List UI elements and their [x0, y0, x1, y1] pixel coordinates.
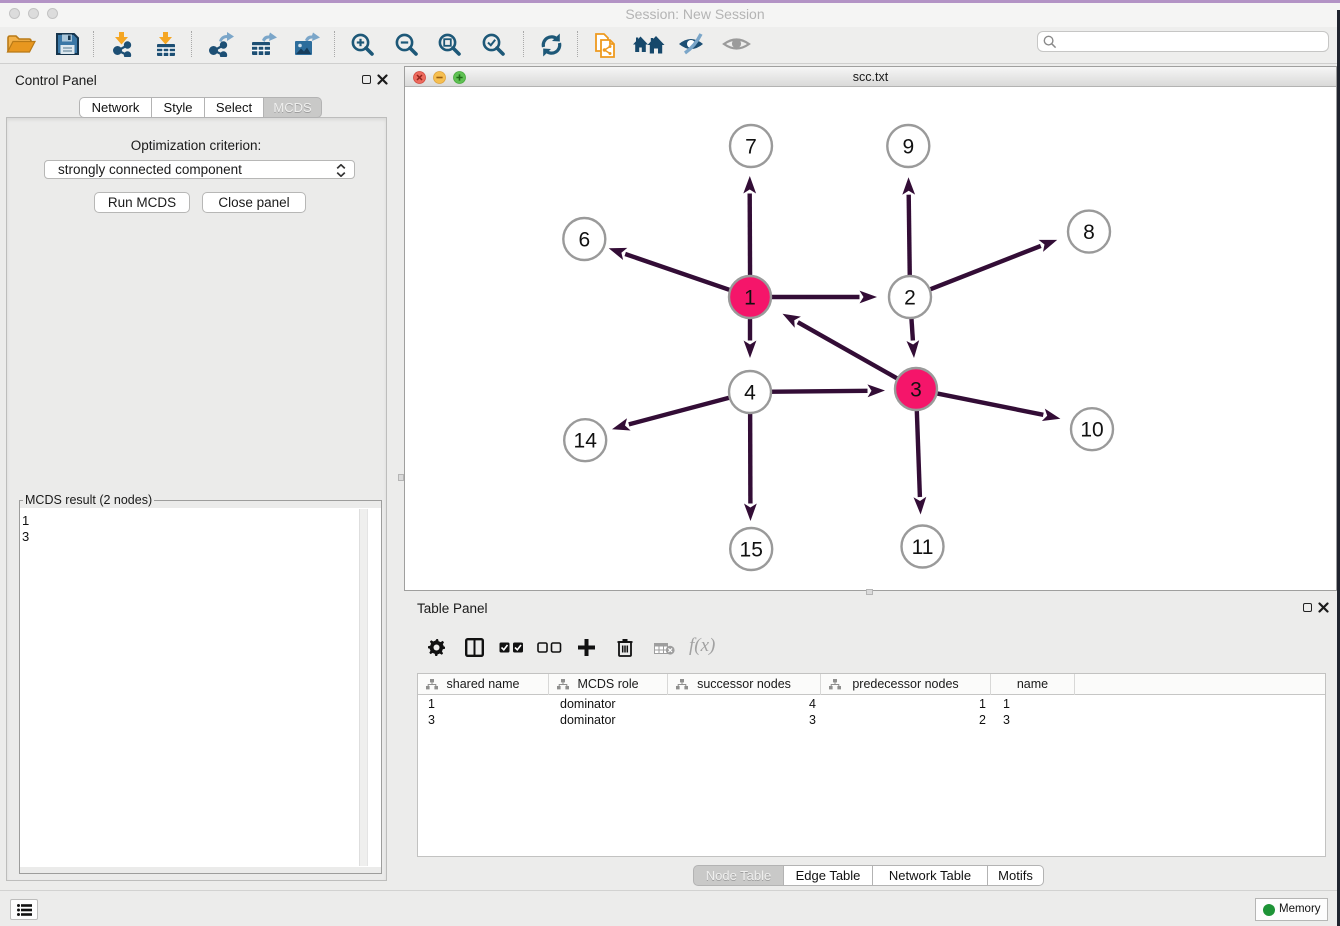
svg-text:1: 1	[744, 286, 756, 309]
svg-text:11: 11	[912, 536, 934, 559]
svg-text:15: 15	[740, 538, 763, 561]
svg-text:3: 3	[910, 378, 922, 401]
svg-text:2: 2	[904, 286, 916, 309]
svg-text:9: 9	[902, 135, 914, 158]
svg-text:7: 7	[745, 135, 757, 158]
svg-text:8: 8	[1083, 221, 1095, 244]
svg-text:4: 4	[744, 381, 756, 404]
svg-text:6: 6	[578, 228, 590, 251]
svg-text:14: 14	[574, 430, 598, 453]
svg-text:10: 10	[1080, 419, 1103, 442]
